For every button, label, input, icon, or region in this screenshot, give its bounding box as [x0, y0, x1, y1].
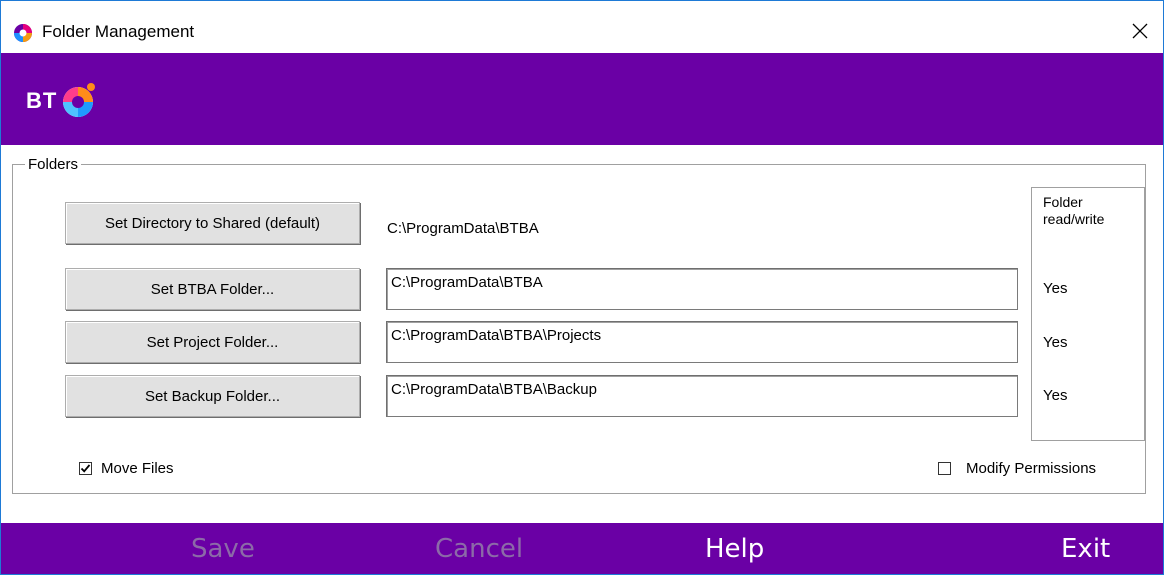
read-write-header: Folder read/write [1043, 194, 1104, 228]
close-button[interactable] [1117, 11, 1163, 51]
read-write-header-line1: Folder [1043, 194, 1083, 210]
exit-button[interactable]: Exit [1061, 523, 1110, 574]
brand-banner: BT [1, 53, 1163, 145]
set-shared-directory-button[interactable]: Set Directory to Shared (default) [65, 202, 360, 244]
project-folder-field[interactable]: C:\ProgramData\BTBA\Projects [386, 321, 1018, 363]
modify-permissions-label[interactable]: Modify Permissions [966, 460, 1096, 477]
set-backup-folder-button[interactable]: Set Backup Folder... [65, 375, 360, 417]
bt-logo-text: BT [26, 88, 58, 113]
checkmark-icon [80, 464, 91, 473]
save-button[interactable]: Save [191, 523, 255, 574]
modify-permissions-checkbox[interactable] [938, 462, 951, 475]
backup-folder-field[interactable]: C:\ProgramData\BTBA\Backup [386, 375, 1018, 417]
move-files-checkbox[interactable] [79, 462, 92, 475]
set-project-folder-button[interactable]: Set Project Folder... [65, 321, 360, 363]
close-icon [1132, 23, 1148, 39]
project-folder-rw-status: Yes [1043, 334, 1068, 351]
bt-globe-icon [63, 83, 96, 117]
btba-folder-rw-status: Yes [1043, 280, 1068, 297]
set-btba-folder-button[interactable]: Set BTBA Folder... [65, 268, 360, 310]
footer-bar: Save Cancel Help Exit [1, 523, 1163, 574]
read-write-status-panel: Folder read/write Yes Yes Yes [1031, 187, 1145, 441]
help-button[interactable]: Help [705, 523, 764, 574]
bt-app-icon [14, 24, 32, 42]
bt-logo: BT [26, 81, 100, 121]
folder-management-window: Folder Management BT Folders Set Directo… [0, 0, 1164, 575]
move-files-label[interactable]: Move Files [101, 460, 174, 477]
btba-folder-field[interactable]: C:\ProgramData\BTBA [386, 268, 1018, 310]
backup-folder-rw-status: Yes [1043, 387, 1068, 404]
folders-legend: Folders [28, 156, 79, 173]
shared-path-label: C:\ProgramData\BTBA [387, 220, 539, 237]
window-title: Folder Management [42, 22, 195, 41]
title-bar: Folder Management [1, 1, 1163, 53]
read-write-header-line2: read/write [1043, 211, 1105, 227]
cancel-button[interactable]: Cancel [435, 523, 523, 574]
